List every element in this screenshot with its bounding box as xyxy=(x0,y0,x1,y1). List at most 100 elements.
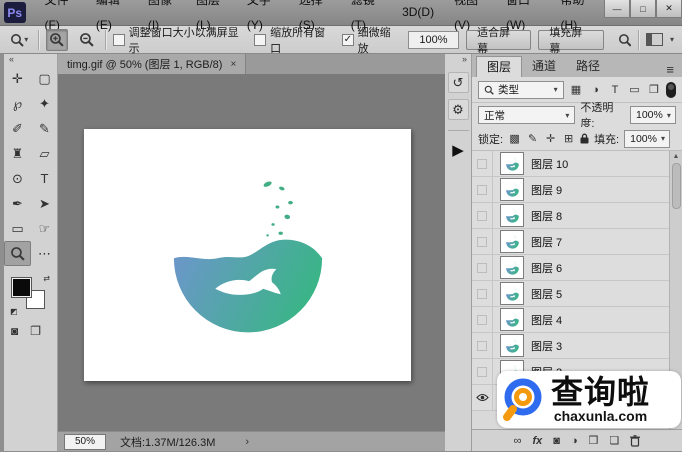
brush-tool-button[interactable]: ✎ xyxy=(31,116,58,141)
lasso-tool-button[interactable]: ℘ xyxy=(4,91,31,116)
zoom-all-windows-checkbox[interactable] xyxy=(254,34,266,46)
filter-adjustment-layers-icon[interactable]: ◑ xyxy=(588,84,603,96)
lock-artboard-icon[interactable]: ⊞ xyxy=(562,132,575,145)
blend-mode-select[interactable]: 正常 ▾ xyxy=(478,106,575,124)
opacity-field[interactable]: 100% ▾ xyxy=(630,106,676,124)
document-tab[interactable]: timg.gif @ 50% (图层 1, RGB/8) × xyxy=(58,54,246,74)
tab-paths[interactable]: 路径 xyxy=(566,56,610,77)
menu-3d[interactable]: 3D(D) xyxy=(393,0,443,25)
direct-selection-tool-button[interactable]: ➤ xyxy=(31,191,58,216)
scrollbar-thumb[interactable] xyxy=(672,163,681,209)
layer-thumbnail[interactable] xyxy=(500,282,524,305)
fill-screen-button[interactable]: 填充屏幕 xyxy=(538,30,603,50)
visibility-toggle[interactable] xyxy=(472,151,493,177)
layer-row[interactable]: 图层 10 xyxy=(472,151,669,177)
layer-row[interactable]: 图层 4 xyxy=(472,307,669,333)
filter-shape-layers-icon[interactable]: ▭ xyxy=(627,83,642,96)
layer-name[interactable]: 图层 7 xyxy=(531,234,562,250)
visibility-toggle[interactable] xyxy=(472,255,493,281)
visibility-toggle[interactable] xyxy=(472,229,493,255)
tool-preset-button[interactable]: ▾ xyxy=(8,29,31,51)
history-panel-icon[interactable]: ↺ xyxy=(448,72,469,93)
document-page[interactable] xyxy=(84,129,411,381)
layer-thumbnail[interactable] xyxy=(500,230,524,253)
default-colors-icon[interactable]: ◩ xyxy=(10,307,18,316)
layer-filter-toggle[interactable] xyxy=(666,82,676,98)
lock-all-icon[interactable] xyxy=(580,133,589,144)
adjustment-layer-icon[interactable]: ◑ xyxy=(571,435,578,447)
eraser-tool-button[interactable]: ▱ xyxy=(31,141,58,166)
chevron-down-icon[interactable]: ▾ xyxy=(670,35,674,44)
zoom-tool-button[interactable] xyxy=(4,241,31,266)
lock-pixels-icon[interactable]: ✎ xyxy=(526,132,539,145)
layer-thumbnail[interactable] xyxy=(500,178,524,201)
visibility-toggle[interactable] xyxy=(472,359,493,385)
magic-wand-tool-button[interactable]: ✦ xyxy=(31,91,58,116)
eyedropper-tool-button[interactable]: ✐ xyxy=(4,116,31,141)
layer-thumbnail[interactable] xyxy=(500,256,524,279)
delete-layer-icon[interactable] xyxy=(630,435,640,447)
scroll-up-icon[interactable]: ▲ xyxy=(673,153,680,160)
tab-channels[interactable]: 通道 xyxy=(522,56,566,77)
close-button[interactable]: ✕ xyxy=(656,0,682,18)
layer-name[interactable]: 图层 9 xyxy=(531,182,562,198)
layer-row[interactable]: 图层 5 xyxy=(472,281,669,307)
layer-name[interactable]: 图层 3 xyxy=(531,338,562,354)
layer-mask-icon[interactable]: ◙ xyxy=(553,435,560,447)
layer-filter-select[interactable]: 类型 ▾ xyxy=(478,81,564,99)
visibility-toggle[interactable] xyxy=(472,177,493,203)
rectangle-tool-button[interactable]: ▭ xyxy=(4,216,31,241)
layer-style-icon[interactable]: fx xyxy=(533,435,543,447)
screen-mode-button[interactable]: ❐ xyxy=(30,324,41,338)
quick-mask-button[interactable]: ◙ xyxy=(11,324,18,338)
zoom-percent-field[interactable]: 100% xyxy=(408,31,459,49)
search-icon[interactable] xyxy=(618,33,632,47)
toolbar-collapse-icon[interactable]: « xyxy=(4,54,57,66)
canvas[interactable] xyxy=(58,74,445,431)
tab-close-icon[interactable]: × xyxy=(230,59,236,70)
fill-field[interactable]: 100% ▾ xyxy=(624,130,670,148)
swap-colors-icon[interactable]: ⇄ xyxy=(43,274,50,283)
workspace-icon[interactable] xyxy=(646,33,663,46)
move-tool-button[interactable]: ✛ xyxy=(4,66,31,91)
maximize-button[interactable]: □ xyxy=(630,0,656,18)
layer-name[interactable]: 图层 6 xyxy=(531,260,562,276)
layer-name[interactable]: 图层 10 xyxy=(531,156,568,172)
visibility-toggle[interactable] xyxy=(472,385,493,411)
lock-position-icon[interactable]: ✛ xyxy=(544,132,557,145)
zoom-out-button[interactable] xyxy=(75,29,98,51)
new-group-icon[interactable]: ❒ xyxy=(589,434,599,447)
lock-transparency-icon[interactable]: ▩ xyxy=(508,132,521,145)
status-chevron-icon[interactable]: › xyxy=(245,436,249,448)
layer-row[interactable]: 图层 3 xyxy=(472,333,669,359)
panel-menu-icon[interactable]: ≡ xyxy=(658,62,682,77)
foreground-color-swatch[interactable] xyxy=(12,278,31,297)
status-zoom-field[interactable]: 50% xyxy=(64,434,106,450)
layer-name[interactable]: 图层 8 xyxy=(531,208,562,224)
dock-expand-icon[interactable]: » xyxy=(458,54,471,66)
pen-tool-button[interactable]: ✒ xyxy=(4,191,31,216)
layer-thumbnail[interactable] xyxy=(500,204,524,227)
filter-smart-objects-icon[interactable]: ❐ xyxy=(647,83,662,96)
filter-pixel-layers-icon[interactable]: ▦ xyxy=(569,83,584,96)
type-tool-button[interactable]: T xyxy=(31,166,58,191)
properties-panel-icon[interactable]: ⚙ xyxy=(448,99,469,120)
new-layer-icon[interactable]: ❏ xyxy=(609,434,619,447)
marquee-tool-button[interactable]: ▢ xyxy=(31,66,58,91)
tab-layers[interactable]: 图层 xyxy=(476,56,522,77)
visibility-toggle[interactable] xyxy=(472,333,493,359)
clone-stamp-tool-button[interactable]: ♜ xyxy=(4,141,31,166)
visibility-toggle[interactable] xyxy=(472,307,493,333)
layer-row[interactable]: 图层 7 xyxy=(472,229,669,255)
layer-name[interactable]: 图层 5 xyxy=(531,286,562,302)
layer-thumbnail[interactable] xyxy=(500,152,524,175)
visibility-toggle[interactable] xyxy=(472,203,493,229)
scrubby-zoom-checkbox[interactable]: ✓ xyxy=(342,34,354,46)
layer-thumbnail[interactable] xyxy=(500,308,524,331)
link-layers-icon[interactable]: ∞ xyxy=(514,435,522,447)
actions-panel-icon[interactable]: ▶ xyxy=(452,141,464,159)
hand-tool-button[interactable]: ☞ xyxy=(31,216,58,241)
more-tools-button[interactable]: ⋯ xyxy=(31,241,58,266)
zoom-in-button[interactable] xyxy=(46,29,69,51)
visibility-toggle[interactable] xyxy=(472,281,493,307)
